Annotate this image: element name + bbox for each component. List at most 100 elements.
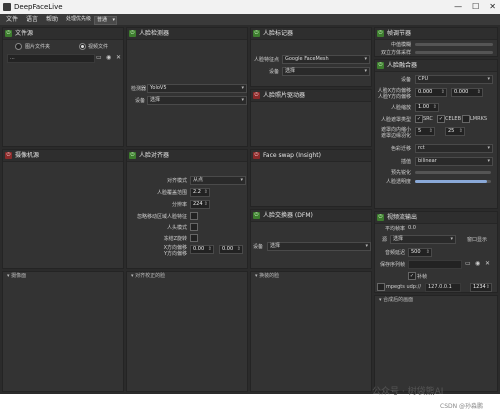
file-path-input[interactable]: ... [7, 54, 95, 63]
close-icon[interactable]: ✕ [485, 260, 490, 268]
ip-input[interactable]: 127.0.0.1 [425, 283, 461, 292]
power-icon[interactable]: ⏻ [5, 30, 12, 37]
power-icon[interactable]: ⏻ [377, 30, 384, 37]
device-select[interactable]: 选择 [147, 96, 247, 105]
image-folder-radio[interactable] [15, 43, 22, 50]
resolution-label: 分辨率 [171, 202, 187, 208]
swapped-face-preview-panel: ▾ 换装的脸 [250, 271, 372, 392]
opacity-slider-fill [415, 180, 488, 183]
eye-icon[interactable]: ◉ [106, 54, 111, 62]
chevron-down-icon[interactable]: ▾ [131, 273, 134, 279]
minimize-button[interactable]: — [454, 0, 462, 14]
preview-title: 合成后的画面 [383, 297, 414, 303]
exclude-moving-checkbox[interactable] [190, 212, 198, 220]
mask-blur-spinbox[interactable]: 25 [445, 127, 465, 136]
mask-src-checkbox[interactable]: ✓ [415, 115, 423, 123]
menu-file[interactable]: 文件 [6, 14, 18, 25]
video-file-radio[interactable] [79, 43, 86, 50]
power-icon[interactable]: ⏻ [253, 212, 260, 219]
power-icon[interactable]: ⏻ [129, 30, 136, 37]
menu-help[interactable]: 帮助 [46, 14, 58, 25]
power-icon[interactable]: ⏻ [253, 92, 260, 99]
chevron-down-icon[interactable]: ▾ [255, 273, 258, 279]
priority-label: 处理优先级 [66, 16, 92, 22]
mask-lmrks-checkbox[interactable] [462, 115, 470, 123]
menu-language[interactable]: 语言 [26, 14, 38, 25]
median-blur-slider[interactable] [415, 43, 493, 46]
panel-title: 人脸融合器 [387, 62, 418, 69]
y-offset-spinbox[interactable]: 0.000 [451, 88, 483, 97]
port-spinbox[interactable]: 1234 [470, 283, 492, 292]
color-transfer-label: 色彩迁移 [390, 146, 411, 152]
interpolation-select[interactable]: bilinear [415, 157, 493, 166]
face-swap-insight-panel: ⏻ Face swap (Insight) [250, 149, 372, 207]
median-blur-label: 中值模糊 [390, 42, 411, 48]
x-offset-spinbox[interactable]: 0.00 [190, 245, 214, 254]
device-select[interactable]: 选择 [267, 242, 371, 251]
bicubic-slider[interactable] [415, 51, 493, 54]
save-path-input[interactable] [408, 260, 462, 269]
aligned-face-preview-panel: ▾ 对齐校正的脸 [126, 271, 248, 392]
device-label: 设备 [134, 98, 145, 104]
head-mode-checkbox[interactable] [190, 223, 198, 231]
file-source-panel: ⏻ 文件源 图片文件夹 视频文件 ... ▭ ◉ ✕ [2, 27, 124, 147]
marker-type-select[interactable]: Google FaceMesh [282, 55, 370, 64]
scale-spinbox[interactable]: 1.00 [415, 103, 439, 112]
device-label: 设备 [253, 244, 264, 250]
eye-icon[interactable]: ◉ [475, 260, 480, 268]
opacity-slider[interactable] [415, 180, 491, 183]
panel-title: 人脸交换器 (DFM) [263, 212, 313, 219]
x-offset-spinbox[interactable]: 0.000 [415, 88, 447, 97]
watermark-text: 公众号 · 树袋熊AI [372, 387, 444, 397]
power-icon[interactable]: ⏻ [377, 214, 384, 221]
close-icon[interactable]: ✕ [116, 54, 121, 62]
power-icon[interactable]: ⏻ [377, 62, 384, 69]
preview-title: 摄像面 [11, 273, 27, 279]
y-offset-label: 人脸Y方向偏移 [377, 94, 411, 100]
window-title: DeepFaceLive [14, 3, 63, 11]
frame-adjuster-panel: ⏻ 帧调节器 中值模糊 双立方体采样 [374, 27, 498, 57]
resolution-spinbox[interactable]: 224 [190, 200, 210, 209]
panel-title: 人脸标记器 [263, 30, 294, 37]
chevron-down-icon[interactable]: ▾ [7, 273, 10, 279]
pre-sharpen-slider[interactable] [415, 171, 491, 174]
y-offset-spinbox[interactable]: 0.00 [219, 245, 243, 254]
chevron-down-icon[interactable]: ▾ [379, 297, 382, 303]
priority-select[interactable]: 普通 [94, 16, 118, 25]
color-transfer-select[interactable]: rct [415, 144, 493, 153]
power-icon[interactable]: ⏻ [253, 30, 260, 37]
mask-erode-spinbox[interactable]: 5 [415, 127, 435, 136]
device-select[interactable]: 选择 [282, 67, 370, 76]
detector-type-select[interactable]: YoloV5 [147, 84, 247, 93]
mask-celeb-checkbox[interactable]: ✓ [437, 115, 445, 123]
fill-gaps-checkbox[interactable]: ✓ [408, 272, 416, 280]
workspace: ⏻ 文件源 图片文件夹 视频文件 ... ▭ ◉ ✕ ⏻ 摄像机源 ⏻ 人脸检测器 检… [0, 25, 500, 394]
face-coverage-spinbox[interactable]: 2.2 [190, 188, 210, 197]
source-select[interactable]: 选择 [390, 235, 456, 244]
maximize-button[interactable]: ☐ [472, 0, 479, 14]
panel-title: 人脸检测器 [139, 30, 170, 37]
save-sequence-label: 保存序列帧 [379, 262, 405, 268]
image-folder-label: 图片文件夹 [25, 44, 51, 50]
exclude-moving-label: 忽略移动区域人脸特征 [136, 214, 187, 220]
folder-icon[interactable]: ▭ [465, 260, 471, 268]
device-select[interactable]: CPU [415, 75, 493, 84]
title-bar: DeepFaceLive — ☐ ✕ [0, 0, 500, 14]
close-button[interactable]: ✕ [489, 0, 496, 14]
align-mode-select[interactable]: 从点 [190, 176, 246, 185]
power-icon[interactable]: ⏻ [5, 152, 12, 159]
folder-icon[interactable]: ▭ [96, 54, 102, 62]
avg-fps-value: 0.0 [408, 225, 416, 231]
preview-title: 换装的脸 [259, 273, 280, 279]
marker-type-label: 人脸特征点 [253, 57, 279, 63]
audio-delay-spinbox[interactable]: 500 [408, 248, 432, 257]
show-window-button[interactable]: 窗口显示 [467, 236, 487, 243]
freeze-z-checkbox[interactable] [190, 234, 198, 242]
mpegts-checkbox[interactable] [377, 283, 385, 291]
panel-title: 视频流输出 [387, 214, 418, 221]
power-icon[interactable]: ⏻ [253, 152, 260, 159]
head-mode-label: 人头模式 [166, 225, 187, 231]
menu-bar: 文件 语言 帮助 处理优先级 普通 [0, 14, 500, 25]
power-icon[interactable]: ⏻ [129, 152, 136, 159]
panel-title: 帧调节器 [387, 30, 412, 37]
